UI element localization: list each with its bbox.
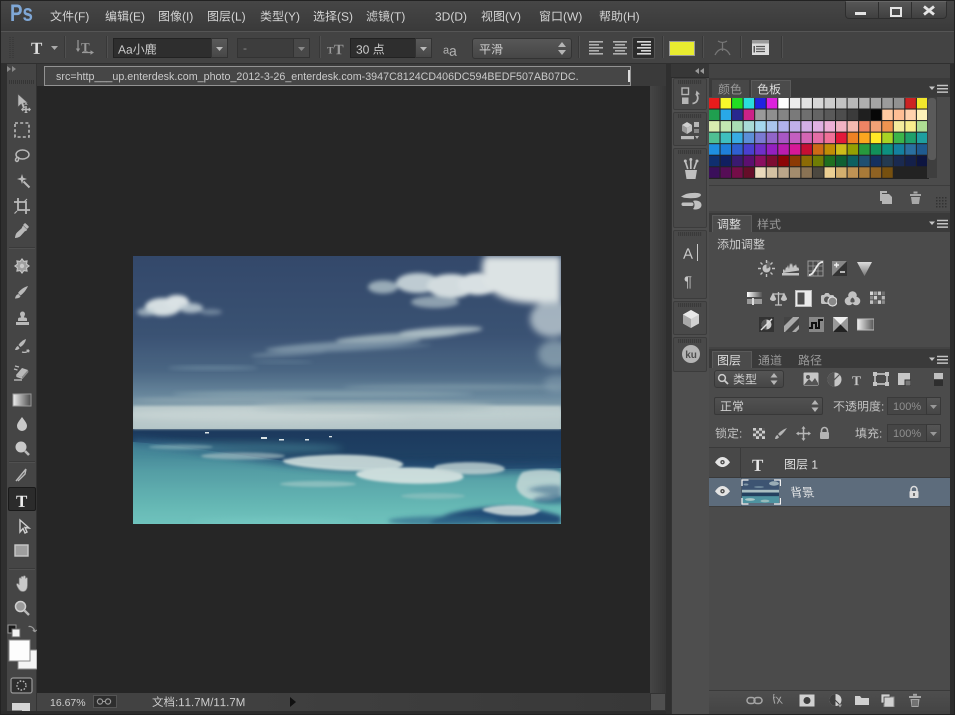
svg-text:ku: ku [685, 350, 697, 361]
